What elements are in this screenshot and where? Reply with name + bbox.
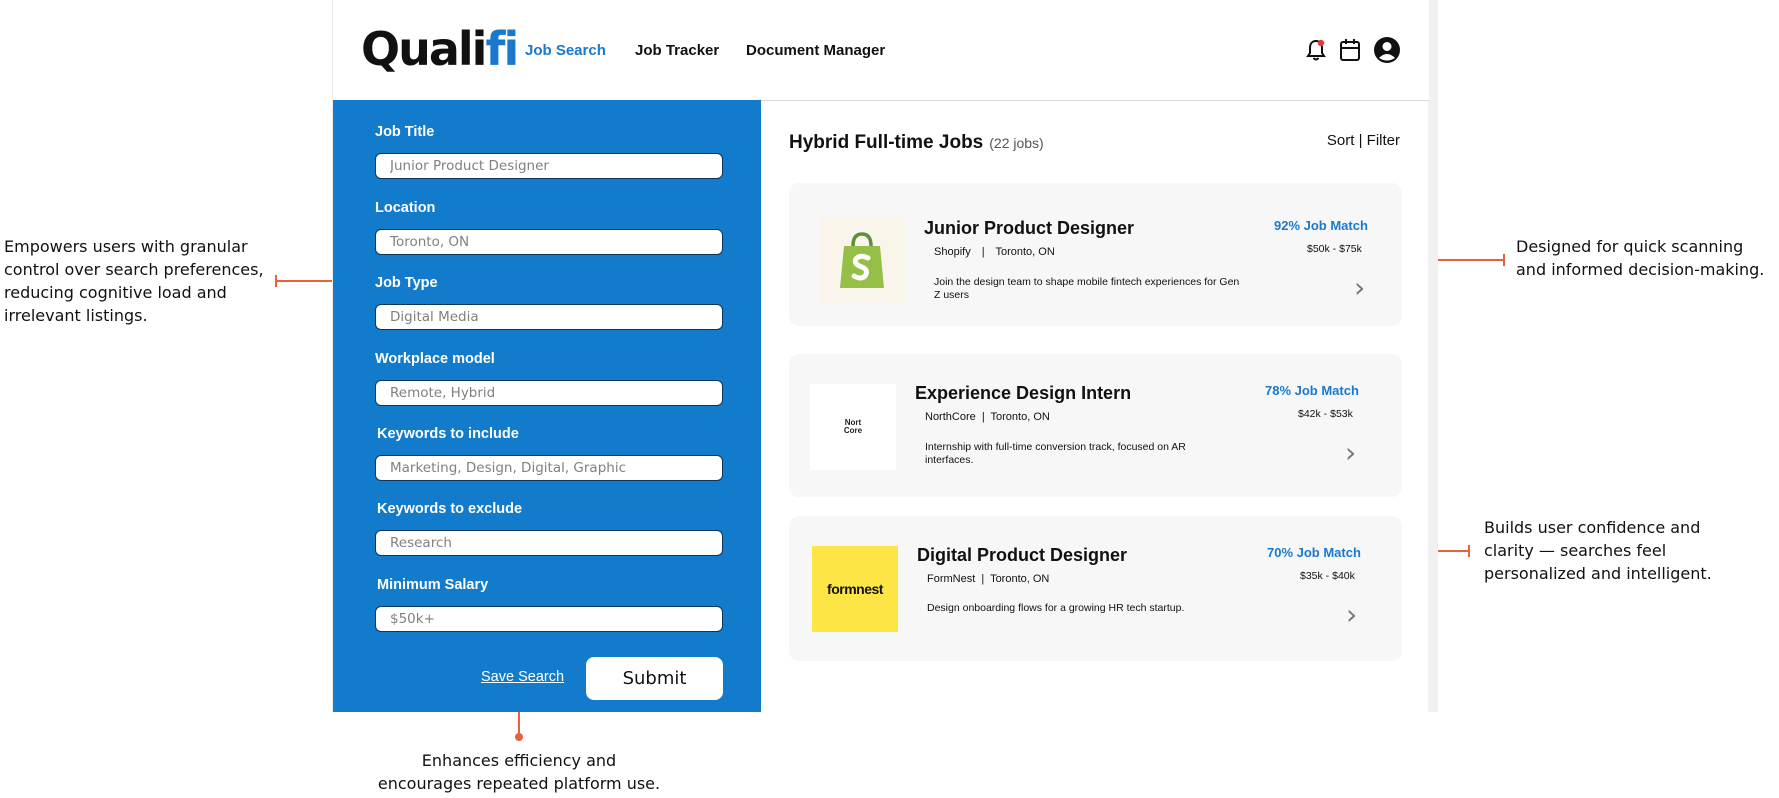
job-salary-range: $35k - $40k: [1300, 570, 1355, 582]
chevron-right-icon[interactable]: ›: [1346, 598, 1357, 631]
job-company-location: FormNest | Toronto, ON: [927, 573, 1049, 585]
annotation-search-preferences: Empowers users with granular control ove…: [4, 237, 264, 325]
job-card[interactable]: Nort Core Experience Design Intern North…: [789, 354, 1402, 497]
annotation-user-confidence: Builds user confidence and clarity — sea…: [1484, 518, 1712, 583]
job-title[interactable]: Experience Design Intern: [915, 383, 1131, 404]
nav-job-search[interactable]: Job Search: [525, 42, 606, 59]
job-company-location: NorthCore | Toronto, ON: [925, 411, 1050, 423]
search-filter-panel: Job Title Location Job Type Workplace mo…: [333, 100, 761, 712]
meta-divider: |: [981, 573, 985, 585]
job-title-input[interactable]: [375, 153, 723, 179]
formnest-logo-icon: formnest: [812, 546, 898, 632]
sort-filter-divider: |: [1358, 132, 1363, 149]
keywords-exclude-label: Keywords to exclude: [377, 501, 523, 517]
annotation-tick-left: [275, 275, 277, 287]
job-type-label: Job Type: [375, 275, 438, 291]
formnest-logo-text: formnest: [827, 581, 883, 597]
shopify-logo-icon: [819, 217, 905, 303]
job-company: NorthCore: [925, 411, 976, 423]
job-match-score: 70% Job Match: [1267, 545, 1361, 560]
job-company-location: Shopify | Toronto, ON: [934, 246, 1055, 258]
job-salary-range: $42k - $53k: [1298, 408, 1353, 420]
save-search-link[interactable]: Save Search: [481, 669, 564, 685]
sort-button[interactable]: Sort: [1327, 132, 1355, 149]
location-input[interactable]: [375, 229, 723, 255]
qualifi-logo[interactable]: Qualifi: [361, 22, 519, 76]
calendar-icon[interactable]: [1339, 38, 1361, 67]
job-type-input[interactable]: [375, 304, 723, 330]
keywords-include-label: Keywords to include: [377, 426, 519, 442]
job-title[interactable]: Junior Product Designer: [924, 218, 1134, 239]
job-title[interactable]: Digital Product Designer: [917, 545, 1127, 566]
job-description: Internship with full-time conversion tra…: [925, 441, 1186, 466]
results-heading: Hybrid Full-time Jobs (22 jobs): [789, 132, 1044, 154]
job-match-score: 92% Job Match: [1274, 218, 1368, 233]
notification-bell-icon[interactable]: [1305, 38, 1327, 67]
app-frame: Qualifi Job Search Job Tracker Document …: [332, 0, 1438, 712]
job-company: Shopify: [934, 246, 971, 258]
sort-filter-controls: Sort | Filter: [1327, 132, 1400, 149]
job-card[interactable]: Junior Product Designer Shopify | Toront…: [789, 183, 1402, 326]
results-count: (22 jobs): [989, 135, 1044, 151]
header-icons: [1305, 36, 1401, 69]
location-label: Location: [375, 200, 436, 216]
job-location: Toronto, ON: [990, 573, 1050, 585]
job-company: FormNest: [927, 573, 976, 585]
top-navigation-bar: Qualifi Job Search Job Tracker Document …: [333, 0, 1429, 101]
submit-button[interactable]: Submit: [586, 657, 723, 700]
minimum-salary-input[interactable]: [375, 606, 723, 632]
job-match-score: 78% Job Match: [1265, 383, 1359, 398]
keywords-exclude-input[interactable]: [375, 530, 723, 556]
job-location: Toronto, ON: [990, 411, 1050, 423]
workplace-model-label: Workplace model: [375, 351, 495, 367]
job-description: Design onboarding flows for a growing HR…: [927, 602, 1185, 614]
annotation-save-search: Enhances efficiency and encourages repea…: [377, 751, 661, 793]
meta-divider: |: [981, 246, 985, 258]
chevron-right-icon[interactable]: ›: [1345, 436, 1356, 469]
annotation-quick-scanning: Designed for quick scanning and informed…: [1516, 237, 1765, 279]
workplace-model-input[interactable]: [375, 380, 723, 406]
job-salary-range: $50k - $75k: [1307, 243, 1362, 255]
results-title: Hybrid Full-time Jobs: [789, 132, 984, 153]
meta-divider: |: [981, 411, 985, 423]
annotation-dot-bottom: [515, 733, 523, 741]
job-location: Toronto, ON: [995, 246, 1055, 258]
job-title-label: Job Title: [375, 124, 435, 140]
keywords-include-input[interactable]: [375, 455, 723, 481]
user-account-icon[interactable]: [1373, 36, 1401, 69]
nav-document-manager[interactable]: Document Manager: [746, 42, 885, 59]
chevron-right-icon[interactable]: ›: [1354, 271, 1365, 304]
northcore-logo-text: Nort Core: [843, 418, 863, 435]
job-description: Join the design team to shape mobile fin…: [934, 276, 1240, 301]
annotation-tick-right-top: [1503, 254, 1505, 266]
job-card[interactable]: formnest Digital Product Designer FormNe…: [789, 516, 1402, 661]
filter-button[interactable]: Filter: [1367, 132, 1400, 149]
nav-job-tracker[interactable]: Job Tracker: [635, 42, 719, 59]
annotation-tick-right-bottom: [1468, 545, 1470, 557]
minimum-salary-label: Minimum Salary: [377, 577, 489, 593]
northcore-logo-icon: Nort Core: [810, 384, 896, 470]
